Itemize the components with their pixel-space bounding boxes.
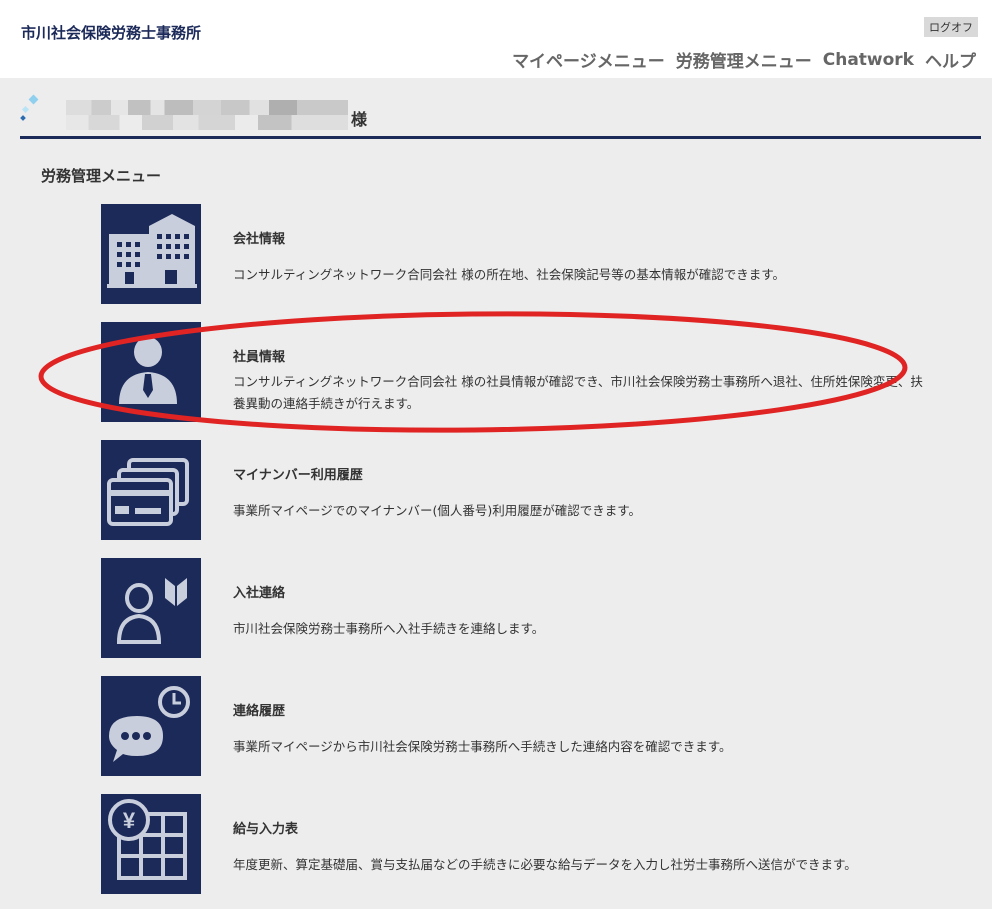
menu-item-company-info[interactable]: 会社情報 コンサルティングネットワーク合同会社 様の所在地、社会保険記号等の基本… <box>101 204 971 304</box>
menu-description: 市川社会保険労務士事務所へ入社手続きを連絡します。 <box>233 621 545 636</box>
menu-title[interactable]: 社員情報 <box>233 346 285 365</box>
menu-title[interactable]: マイナンバー利用履歴 <box>233 464 363 483</box>
menu-description: コンサルティングネットワーク合同会社 様の社員情報が確認でき、市川社会保険労務士… <box>233 374 923 411</box>
main-nav: マイページメニュー 労務管理メニュー Chatwork ヘルプ <box>512 47 976 73</box>
logoff-button[interactable]: ログオフ <box>924 17 978 37</box>
section-title: 労務管理メニュー <box>41 167 162 185</box>
employee-icon[interactable] <box>101 322 201 422</box>
menu-item-salary-input[interactable]: ¥ 給与入力表 年度更新、算定基礎届、賞与支払届などの手続きに必要な給与データを… <box>101 794 971 894</box>
building-icon[interactable] <box>101 204 201 304</box>
menu-description: コンサルティングネットワーク合同会社 様の所在地、社会保険記号等の基本情報が確認… <box>233 267 785 282</box>
user-name-redacted <box>66 100 348 130</box>
menu-title[interactable]: 給与入力表 <box>233 818 298 837</box>
top-header: 市川社会保険労務士事務所 ログオフ マイページメニュー 労務管理メニュー Cha… <box>0 0 992 78</box>
chat-clock-icon[interactable] <box>101 676 201 776</box>
menu-description: 事業所マイページから市川社会保険労務士事務所へ手続きした連絡内容を確認できます。 <box>233 739 732 754</box>
nav-labor-menu[interactable]: 労務管理メニュー <box>676 47 812 72</box>
menu-item-contact-history[interactable]: 連絡履歴 事業所マイページから市川社会保険労務士事務所へ手続きした連絡内容を確認… <box>101 676 971 776</box>
menu-item-new-hire[interactable]: 入社連絡 市川社会保険労務士事務所へ入社手続きを連絡します。 <box>101 558 971 658</box>
user-name-suffix: 様 <box>351 110 368 129</box>
cards-icon[interactable] <box>101 440 201 540</box>
nav-mypage-menu[interactable]: マイページメニュー <box>512 47 665 72</box>
menu-item-employee-info[interactable]: 社員情報 コンサルティングネットワーク合同会社 様の社員情報が確認でき、市川社会… <box>101 322 971 422</box>
menu-description: 事業所マイページでのマイナンバー(個人番号)利用履歴が確認できます。 <box>233 503 642 518</box>
menu-description: 年度更新、算定基礎届、賞与支払届などの手続きに必要な給与データを入力し社労士事務… <box>233 857 857 872</box>
nav-chatwork[interactable]: Chatwork <box>823 50 914 70</box>
user-bar: 様 <box>20 92 981 139</box>
office-name: 市川社会保険労務士事務所 <box>21 24 202 42</box>
diamond-icon <box>20 94 39 121</box>
menu-title[interactable]: 会社情報 <box>233 228 285 247</box>
yen-table-icon[interactable]: ¥ <box>101 794 201 894</box>
menu-title[interactable]: 入社連絡 <box>233 582 285 601</box>
menu-title[interactable]: 連絡履歴 <box>233 700 285 719</box>
menu-item-mynumber-history[interactable]: マイナンバー利用履歴 事業所マイページでのマイナンバー(個人番号)利用履歴が確認… <box>101 440 971 540</box>
svg-text:¥: ¥ <box>123 808 136 833</box>
nav-help[interactable]: ヘルプ <box>925 47 976 72</box>
new-hire-icon[interactable] <box>101 558 201 658</box>
